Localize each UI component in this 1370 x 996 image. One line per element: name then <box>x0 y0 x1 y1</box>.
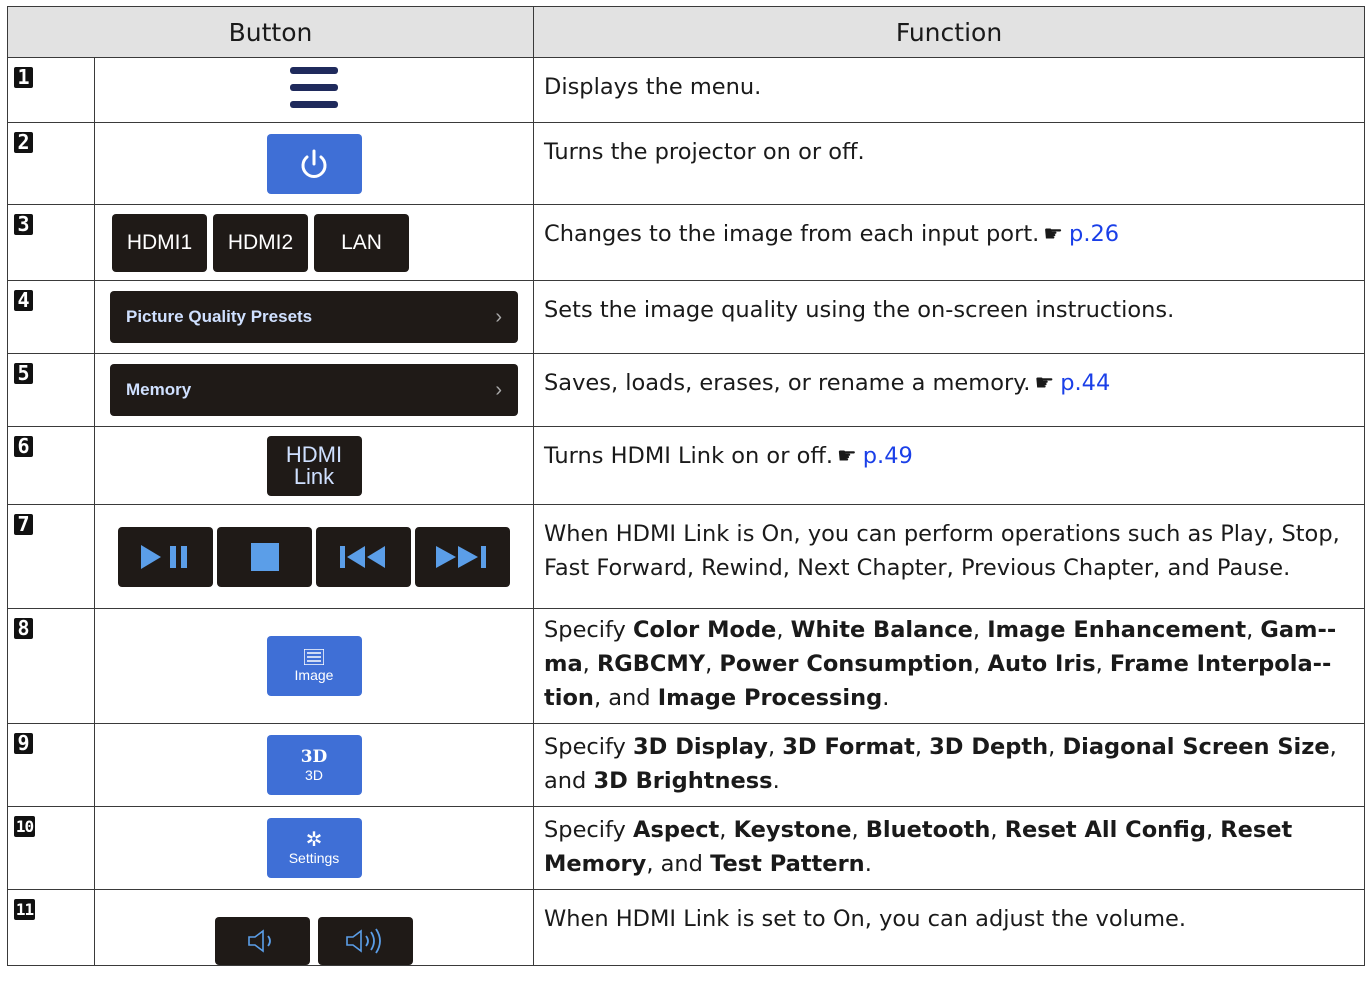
button-label: Memory <box>126 380 192 399</box>
settings-button-sample: ✲ Settings <box>266 818 362 878</box>
chevron-right-icon: › <box>495 378 502 401</box>
function-text-rich: Specify 3D Display, 3D Format, 3D Depth,… <box>533 723 1365 807</box>
next-icon <box>435 545 486 568</box>
button-label: Picture Quality Presets <box>126 307 313 326</box>
table-row: 11 When HDMI Link is set to On, you can … <box>7 889 1365 966</box>
page-link[interactable]: p.44 <box>1060 370 1110 396</box>
image-button-sample: Image <box>266 636 362 696</box>
function-text: Changes to the image from each input por… <box>544 221 1040 247</box>
function-text-rich: Specify Aspect, Keystone, Bluetooth, Res… <box>533 806 1365 890</box>
page-link[interactable]: p.49 <box>863 443 913 469</box>
stop-button-sample <box>217 526 312 587</box>
pointing-hand-icon: ☛ <box>1043 222 1064 247</box>
button-label-line1: HDMI <box>285 441 343 467</box>
power-icon <box>301 149 327 178</box>
next-button-sample <box>415 526 510 587</box>
function-text: Sets the image quality using the on-scre… <box>533 280 1365 354</box>
button-label: 3D <box>305 767 323 783</box>
row-number: 2 <box>14 132 33 153</box>
table-header-row: Button Function <box>7 6 1365 58</box>
hdmi1-button-sample: HDMI1 <box>112 213 207 272</box>
table-row: 6 HDMI Link Turns HDMI Link on or off. ☛ p… <box>7 426 1365 505</box>
header-function: Function <box>533 6 1365 58</box>
button-label: Image <box>294 667 334 683</box>
function-text: When HDMI Link is set to On, you can adj… <box>533 889 1365 966</box>
row-number: 10 <box>14 816 35 837</box>
volume-down-button-sample <box>215 917 310 965</box>
row-number: 4 <box>14 290 33 311</box>
volume-down-icon <box>247 929 271 953</box>
table-row: 7 When HDMI Link is On, you can perform … <box>7 504 1365 609</box>
volume-up-icon <box>345 928 381 954</box>
power-button-sample <box>266 133 362 194</box>
play-pause-button-sample <box>118 526 213 587</box>
3d-button-sample: 3D 3D <box>266 735 362 795</box>
table-row: 10 ✲ Settings Specify Aspect, Keystone, … <box>7 806 1365 890</box>
hdmi-link-button-sample: HDMI Link <box>266 435 362 496</box>
function-text-rich: Specify Color Mode, White Balance, Image… <box>533 608 1365 724</box>
row-number: 9 <box>14 733 33 754</box>
table-row: 2 Turns the projector on or off. <box>7 122 1365 205</box>
lan-button-sample: LAN <box>314 213 409 272</box>
gear-icon: ✲ <box>305 829 323 851</box>
table-row: 1 Displays the menu. <box>7 57 1365 123</box>
menu-icon <box>290 67 338 108</box>
picture-quality-presets-sample: Picture Quality Presets › <box>110 291 518 343</box>
hdmi2-button-sample: HDMI2 <box>213 213 308 272</box>
button-label-line2: Link <box>293 463 335 489</box>
table-row: 9 3D 3D Specify 3D Display, 3D Format, 3… <box>7 723 1365 807</box>
volume-up-button-sample <box>318 917 413 965</box>
chevron-right-icon: › <box>495 305 502 328</box>
previous-button-sample <box>316 526 411 587</box>
table-row: 4 Picture Quality Presets › Sets the ima… <box>7 280 1365 354</box>
function-text: Saves, loads, erases, or rename a memory… <box>544 370 1031 396</box>
row-number: 3 <box>14 214 33 235</box>
sliders-icon <box>304 649 324 665</box>
row-number: 6 <box>14 436 33 457</box>
function-text: Turns HDMI Link on or off. <box>544 443 834 469</box>
pointing-hand-icon: ☛ <box>1034 371 1055 396</box>
row-number: 5 <box>14 363 33 384</box>
memory-button-sample: Memory › <box>110 364 518 416</box>
previous-icon <box>339 545 385 568</box>
table-row: 5 Memory › Saves, loads, erases, or rena… <box>7 353 1365 427</box>
function-text: When HDMI Link is On, you can perform op… <box>533 504 1365 609</box>
row-number: 8 <box>14 618 33 639</box>
button-label: Settings <box>288 850 340 866</box>
function-text: Turns the projector on or off. <box>533 122 1365 205</box>
pointing-hand-icon: ☛ <box>837 444 857 469</box>
row-number: 7 <box>14 514 33 535</box>
stop-icon <box>250 542 279 571</box>
row-number: 11 <box>14 899 35 920</box>
table-row: 8 Image Specify Color Mode, White Balanc… <box>7 608 1365 724</box>
row-number: 1 <box>14 67 33 88</box>
header-button: Button <box>7 6 534 58</box>
3d-icon: 3D <box>300 747 328 767</box>
function-text: Displays the menu. <box>533 57 1365 123</box>
button-function-table: Button Function 1 Displays the menu. 2 T… <box>7 6 1365 966</box>
play-pause-icon <box>140 544 187 569</box>
table-row: 3 HDMI1 HDMI2 LAN Changes to the image fro… <box>7 204 1365 281</box>
page-link[interactable]: p.26 <box>1069 221 1119 247</box>
